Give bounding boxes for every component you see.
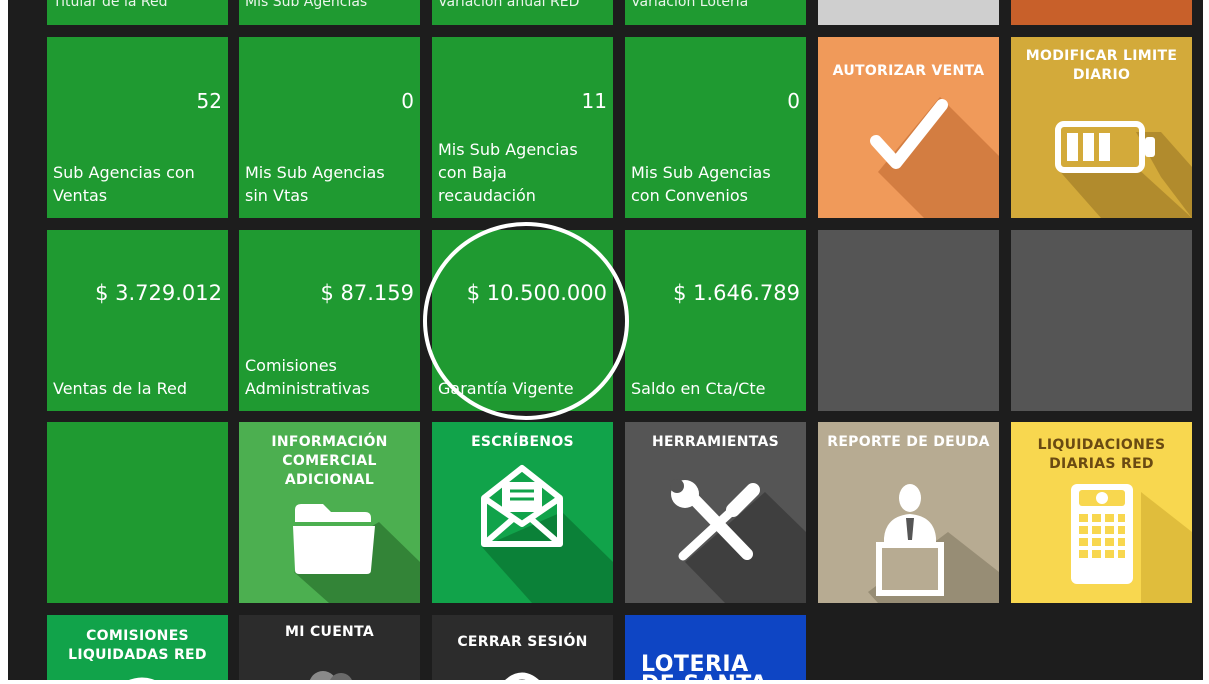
tile-modificar-limite-diario[interactable]: MODIFICAR LIMITE DIARIO [1011,37,1192,218]
tile-herramientas[interactable]: HERRAMIENTAS [625,422,806,603]
tile-title: ESCRÍBENOS [471,434,574,450]
tile-mis-sub-agencias[interactable]: Mis Sub Agencias [239,0,420,25]
tile-mi-cuenta[interactable]: MI CUENTA [239,615,420,684]
tile-caption: Saldo en Cta/Cte [631,379,766,398]
tile-caption: Comisiones Administrativas [245,356,370,398]
tile-label: Variación anual RED [438,0,580,10]
folder-icon [293,504,375,574]
tile-variacion-anual-red[interactable]: Variación anual RED [432,0,613,25]
tile-caption: Mis Sub Agencias sin Vtas [245,163,385,205]
checkmark-icon [870,99,948,169]
tile-comisiones-liquidadas[interactable]: COMISIONES LIQUIDADAS RED [47,615,228,684]
tile-title: REPORTE DE DEUDA [827,434,990,450]
tile-caption: Mis Sub Agencias con Baja recaudación [438,140,578,205]
tile-sub-agencias-con-ventas[interactable]: 52 Sub Agencias con Ventas [47,37,228,218]
tile-title: INFORMACIÓN COMERCIAL ADICIONAL [271,434,388,488]
tile-escribenos[interactable]: ESCRÍBENOS [432,422,613,603]
tile-gray-top[interactable] [818,0,999,25]
tile-label: Mis Sub Agencias [245,0,368,10]
calculator-icon [1071,484,1133,584]
tile-title: COMISIONES LIQUIDADAS RED [68,628,207,663]
window-right-edge [1203,0,1209,684]
tile-label: Titular de la Red [53,0,168,10]
tile-sub-agencias-sin-ventas[interactable]: 0 Mis Sub Agencias sin Vtas [239,37,420,218]
tile-comisiones-administrativas[interactable]: $ 87.159 Comisiones Administrativas [239,230,420,411]
tile-count: 0 [787,89,800,113]
tile-label: Variación Lotería [631,0,749,10]
tile-empty-1 [818,230,999,411]
tile-caption: Ventas de la Red [53,379,188,398]
presenter-icon [876,484,944,596]
tile-variacion-loteria[interactable]: Variación Lotería [625,0,806,25]
tile-garantia-vigente[interactable]: $ 10.500.000 Garantía Vigente [432,230,613,411]
tile-title: MI CUENTA [285,624,374,640]
tile-titular-red[interactable]: Titular de la Red [47,0,228,25]
tile-title: CERRAR SESIÓN [457,634,588,650]
tile-title: AUTORIZAR VENTA [832,63,985,79]
tile-autorizar-venta[interactable]: AUTORIZAR VENTA [818,37,999,218]
window-bottom-edge [0,680,1209,684]
tile-amount: $ 1.646.789 [673,281,800,305]
tile-informacion-comercial[interactable]: INFORMACIÓN COMERCIAL ADICIONAL [239,422,420,603]
tile-amount: $ 87.159 [320,281,414,305]
tile-title: HERRAMIENTAS [651,434,780,450]
tile-sub-agencias-con-convenios[interactable]: 0 Mis Sub Agencias con Convenios [625,37,806,218]
tile-title: LIQUIDACIONES DIARIAS RED [1037,437,1166,472]
tile-sub-agencias-baja-recaudacion[interactable]: 11 Mis Sub Agencias con Baja recaudación [432,37,613,218]
tools-icon [670,479,760,561]
tile-loteria-santa-fe[interactable]: LOTERIA DE SANTA FE [625,615,806,684]
tile-count: 52 [196,89,222,113]
tile-amount: $ 10.500.000 [466,281,607,305]
tile-cerrar-sesion[interactable]: CERRAR SESIÓN [432,615,613,684]
tile-amount: $ 3.729.012 [95,281,222,305]
envelope-icon [481,465,563,547]
battery-icon [1055,121,1155,173]
tile-caption: Garantía Vigente [438,379,574,398]
tile-ventas-de-la-red[interactable]: $ 3.729.012 Ventas de la Red [47,230,228,411]
tile-caption: Mis Sub Agencias con Convenios [631,163,771,205]
tile-reporte-de-deuda[interactable]: REPORTE DE DEUDA [818,422,999,603]
tile-orange-top[interactable] [1011,0,1192,25]
tile-caption: Sub Agencias con Ventas [53,163,195,205]
tile-count: 11 [581,89,607,113]
tile-count: 0 [401,89,414,113]
tile-empty-2 [1011,230,1192,411]
window-left-edge [0,0,8,684]
tile-saldo-cta-cte[interactable]: $ 1.646.789 Saldo en Cta/Cte [625,230,806,411]
tile-title: MODIFICAR LIMITE DIARIO [1025,48,1178,83]
tile-liquidaciones-diarias[interactable]: LIQUIDACIONES DIARIAS RED [1011,422,1192,603]
tile-blank-green[interactable] [47,422,228,603]
